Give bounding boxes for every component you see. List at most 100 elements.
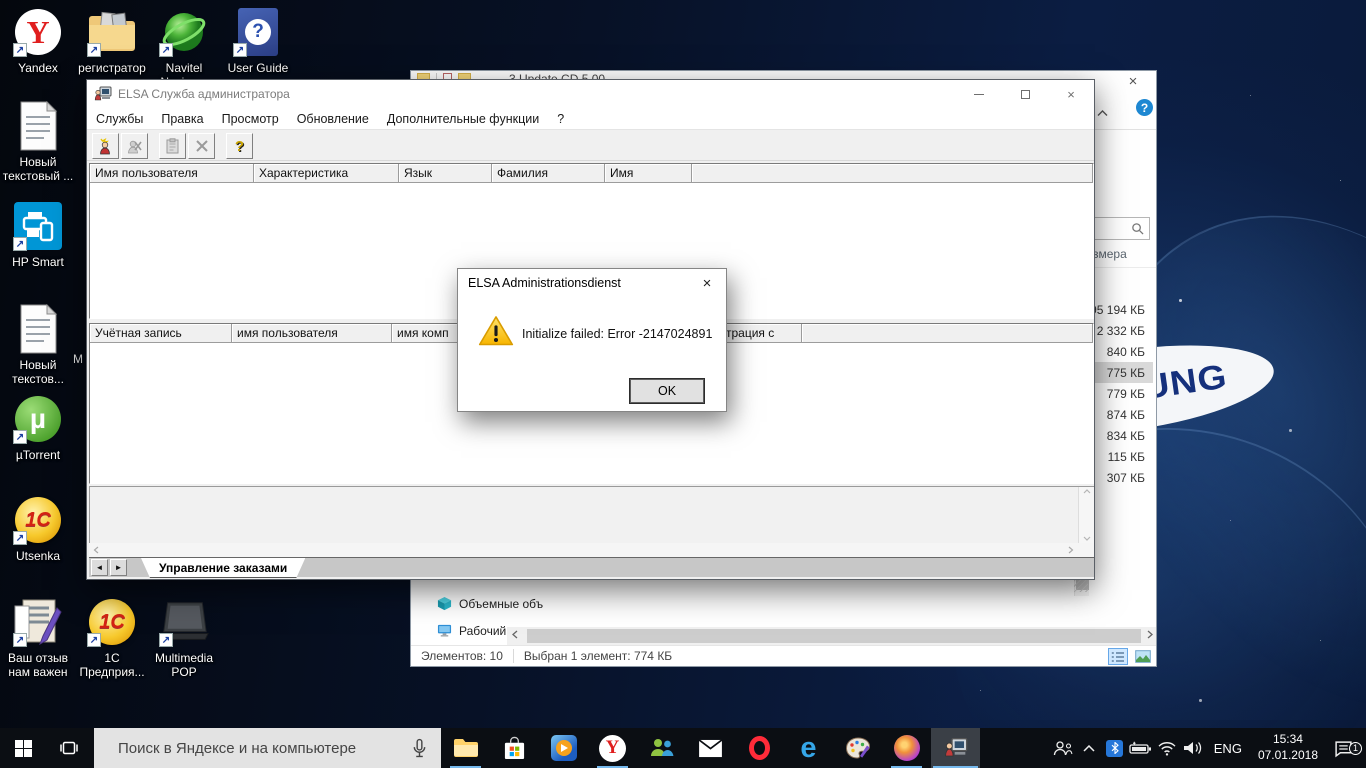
people-tray-icon[interactable] xyxy=(1050,740,1076,756)
taskbar-edge[interactable]: e xyxy=(784,728,833,768)
pane-vertical-scrollbar[interactable] xyxy=(1078,487,1094,543)
column-header[interactable]: Фамилия xyxy=(492,164,605,183)
taskbar-yandex-browser[interactable]: Y xyxy=(588,728,637,768)
desktop-icon-yandex[interactable]: Y ↗ Yandex xyxy=(2,6,74,75)
desktop-icon-label: регистратор xyxy=(78,61,146,75)
bluetooth-icon[interactable] xyxy=(1102,740,1128,757)
status-divider xyxy=(513,649,514,663)
taskbar-clock[interactable]: 15:34 07.01.2018 xyxy=(1258,732,1318,763)
thumbnail-view-button[interactable] xyxy=(1133,648,1153,665)
explorer-close-button[interactable]: × xyxy=(1116,71,1150,91)
column-header[interactable]: имя пользователя xyxy=(232,324,392,343)
close-button[interactable]: × xyxy=(1048,80,1094,108)
scroll-right-icon[interactable] xyxy=(1068,546,1074,554)
3d-cube-icon xyxy=(437,596,452,611)
taskbar-paint[interactable] xyxy=(833,728,882,768)
taskbar-file-explorer[interactable] xyxy=(441,728,490,768)
desktop-icon-label: Новый текстов... xyxy=(2,358,74,386)
scroll-left-icon[interactable] xyxy=(507,630,523,642)
menu-item-services[interactable]: Службы xyxy=(87,112,152,126)
taskbar-opera[interactable] xyxy=(735,728,784,768)
ribbon-collapse-icon[interactable] xyxy=(1097,104,1108,122)
new-user-button[interactable] xyxy=(92,133,119,159)
scrollbar-thumb[interactable] xyxy=(527,629,1141,643)
taskbar-mail[interactable] xyxy=(686,728,735,768)
taskbar-messenger[interactable] xyxy=(637,728,686,768)
taskbar-microsoft-store[interactable] xyxy=(490,728,539,768)
taskbar-media-player[interactable] xyxy=(539,728,588,768)
pane-horizontal-scrollbar[interactable] xyxy=(89,543,1094,557)
desktop-icon-label: Yandex xyxy=(18,61,58,75)
desktop-icon-registrator[interactable]: ↗ регистратор xyxy=(76,6,148,75)
scroll-down-icon[interactable] xyxy=(1083,536,1091,541)
menu-item-update[interactable]: Обновление xyxy=(288,112,378,126)
menu-item-view[interactable]: Просмотр xyxy=(213,112,288,126)
desktop-icon-feedback[interactable]: ↗ Ваш отзыв нам важен xyxy=(2,596,74,679)
nav-item-3d-objects[interactable]: Объемные объ xyxy=(437,596,555,611)
delete-user-button-disabled[interactable] xyxy=(121,133,148,159)
task-view-button[interactable] xyxy=(46,728,92,768)
desktop-icon-new-text-file-1[interactable]: Новый текстовый ... xyxy=(2,100,74,183)
desktop-icon-hp-smart[interactable]: ↗ HP Smart xyxy=(2,200,74,269)
desktop-icon-user-guide[interactable]: ? ↗ User Guide xyxy=(222,6,294,75)
caption-buttons: × xyxy=(956,80,1094,108)
wifi-icon[interactable] xyxy=(1154,741,1180,756)
taskbar-app-round[interactable] xyxy=(882,728,931,768)
scroll-up-icon[interactable] xyxy=(1083,489,1091,494)
column-header[interactable]: Имя xyxy=(605,164,692,183)
desktop-icon-new-text-file-2[interactable]: Новый текстов... xyxy=(2,303,74,386)
yandex-letter: Y xyxy=(26,14,49,51)
language-indicator[interactable]: ENG xyxy=(1214,741,1242,756)
desktop-icon-1c-enterprise[interactable]: 1С ↗ 1С Предприя... xyxy=(76,596,148,679)
hidden-icons-chevron[interactable] xyxy=(1076,745,1102,752)
hidden-icon-label-fragment: M xyxy=(73,352,83,366)
shortcut-arrow-icon: ↗ xyxy=(87,43,101,57)
elsa-toolbar: ? xyxy=(87,131,1094,161)
explorer-status-bar: Элементов: 10 Выбран 1 элемент: 774 КБ xyxy=(411,645,1156,666)
menu-item-additional-functions[interactable]: Дополнительные функции xyxy=(378,112,548,126)
paste-button-disabled[interactable] xyxy=(159,133,186,159)
delete-button-disabled[interactable] xyxy=(188,133,215,159)
minimize-button[interactable] xyxy=(956,80,1002,108)
desktop-icon-multimedia-pop[interactable]: ↗ Multimedia POP xyxy=(148,596,220,679)
dialog-close-button[interactable]: × xyxy=(696,273,718,293)
details-view-button[interactable] xyxy=(1108,648,1128,665)
column-header[interactable]: Характеристика xyxy=(254,164,399,183)
ok-button[interactable]: OK xyxy=(630,379,704,403)
desktop-icon-navitel[interactable]: ↗ Navitel Naviga... xyxy=(148,6,220,89)
menu-item-edit[interactable]: Правка xyxy=(152,112,212,126)
delete-user-icon xyxy=(126,138,143,155)
elsa-app-icon xyxy=(944,736,968,760)
desktop-icon-utorrent[interactable]: µ ↗ µTorrent xyxy=(2,393,74,462)
dialog-title-bar[interactable]: ELSA Administrationsdienst xyxy=(458,269,726,297)
scroll-right-icon[interactable] xyxy=(1142,630,1157,642)
mail-icon xyxy=(698,739,723,758)
menu-item-help[interactable]: ? xyxy=(548,112,573,126)
taskbar-search-box[interactable]: Поиск в Яндексе и на компьютере xyxy=(94,728,441,768)
scroll-left-icon[interactable] xyxy=(93,546,99,554)
maximize-button[interactable] xyxy=(1002,80,1048,108)
action-center-icon[interactable]: 1 xyxy=(1326,739,1360,758)
search-placeholder: Поиск в Яндексе и на компьютере xyxy=(118,740,412,757)
tab-order-management[interactable]: Управление заказами xyxy=(141,558,305,578)
volume-icon[interactable] xyxy=(1180,740,1206,756)
column-header-fragment[interactable]: змера xyxy=(1093,247,1127,261)
new-user-icon xyxy=(97,138,114,155)
horizontal-scrollbar[interactable] xyxy=(507,627,1157,645)
column-header[interactable]: Учётная запись xyxy=(90,324,232,343)
column-header[interactable]: Имя пользователя xyxy=(90,164,254,183)
tab-scroll-left-button[interactable]: ◄ xyxy=(91,559,108,576)
start-button[interactable] xyxy=(0,728,46,768)
elsa-menu-bar: Службы Правка Просмотр Обновление Дополн… xyxy=(87,108,1094,130)
microphone-icon[interactable] xyxy=(412,738,427,759)
desktop-icon-utsenka[interactable]: 1С ↗ Utsenka xyxy=(2,494,74,563)
column-header[interactable]: Язык xyxy=(399,164,492,183)
elsa-title-bar[interactable]: ELSA Служба администратора × xyxy=(87,80,1094,108)
tab-scroll-right-button[interactable]: ► xyxy=(110,559,127,576)
taskbar-elsa-active[interactable] xyxy=(931,728,980,768)
desktop-icon-label: Utsenka xyxy=(16,549,60,563)
battery-icon[interactable] xyxy=(1128,741,1154,755)
detail-pane xyxy=(89,486,1094,543)
help-button[interactable]: ? xyxy=(226,133,253,159)
explorer-help-icon[interactable]: ? xyxy=(1136,99,1153,116)
